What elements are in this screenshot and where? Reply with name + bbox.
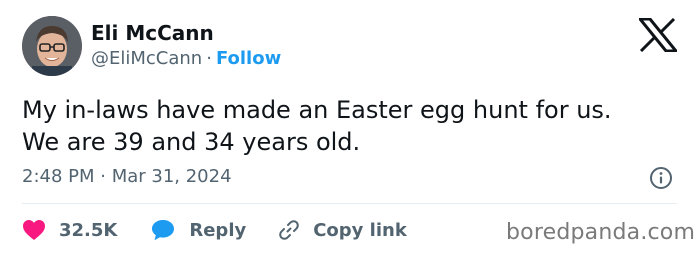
link-icon [279,220,299,240]
x-logo-icon[interactable] [639,18,677,52]
heart-icon [23,220,45,240]
tweet-text: My in-laws have made an Easter egg hunt … [22,94,672,158]
like-button[interactable]: 32.5K [22,219,117,241]
copy-link-label: Copy link [313,219,407,241]
copy-link-button[interactable]: Copy link [277,218,407,242]
info-icon[interactable] [649,166,673,190]
speech-bubble-icon [152,220,175,241]
tweet-card: Eli McCann @EliMcCann · Follow My in-laws … [0,0,700,256]
follow-button[interactable]: Follow [216,48,281,69]
reply-button[interactable]: Reply [151,219,246,241]
tweet-timestamp[interactable]: 2:48 PM · Mar 31, 2024 [22,166,232,187]
separator-dot: · [206,48,212,69]
avatar[interactable] [22,16,82,76]
tweet-text-line: My in-laws have made an Easter egg hunt … [22,96,612,124]
divider [22,203,677,204]
reply-label: Reply [189,219,247,241]
watermark: boredpanda.com [506,220,696,245]
author-handle[interactable]: @EliMcCann [91,48,202,69]
action-bar: 32.5K Reply Copy link [22,215,407,245]
like-count: 32.5K [59,219,118,241]
author-name[interactable]: Eli McCann [91,21,214,45]
tweet-text-line: We are 39 and 34 years old. [22,128,361,156]
author-handle-row: @EliMcCann · Follow [91,48,281,69]
